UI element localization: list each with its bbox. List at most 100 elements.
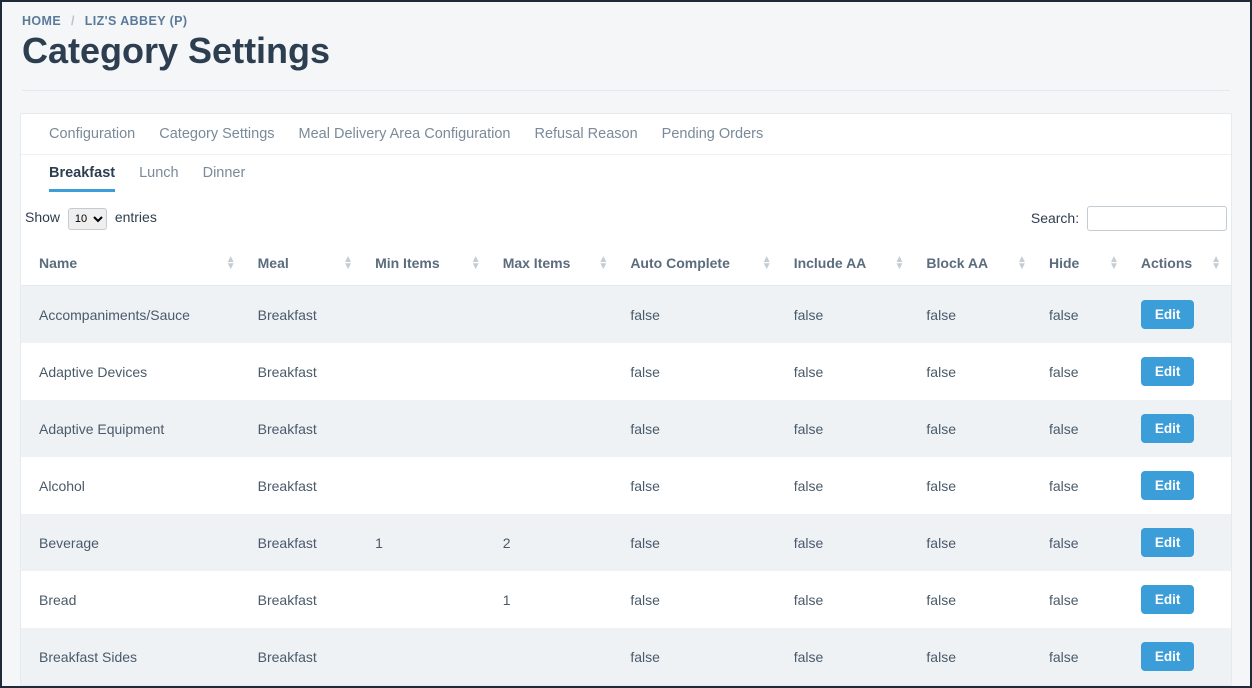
cell-hide: false — [1037, 343, 1129, 400]
col-auto-complete[interactable]: Auto Complete ▲▼ — [618, 241, 781, 286]
cell-block-aa: false — [914, 514, 1037, 571]
cell-block-aa: false — [914, 628, 1037, 685]
table-row: Adaptive EquipmentBreakfastfalsefalsefal… — [21, 400, 1231, 457]
col-inc-label: Include AA — [794, 255, 867, 271]
col-blk-label: Block AA — [926, 255, 988, 271]
col-max-items[interactable]: Max Items ▲▼ — [491, 241, 619, 286]
col-meal-label: Meal — [258, 255, 289, 271]
cell-meal: Breakfast — [246, 343, 363, 400]
cell-min — [363, 286, 491, 344]
page-title: Category Settings — [22, 30, 1230, 72]
cell-actions: Edit — [1129, 343, 1231, 400]
cell-name: Accompaniments/Sauce — [21, 286, 246, 344]
col-actions-label: Actions — [1141, 255, 1192, 271]
col-auto-label: Auto Complete — [630, 255, 730, 271]
cell-block-aa: false — [914, 343, 1037, 400]
cell-max — [491, 286, 619, 344]
table-row: BeverageBreakfast12falsefalsefalsefalseE… — [21, 514, 1231, 571]
tab-meal-delivery-area[interactable]: Meal Delivery Area Configuration — [299, 126, 511, 142]
show-label-post: entries — [115, 209, 157, 225]
cell-min — [363, 343, 491, 400]
tab-refusal-reason[interactable]: Refusal Reason — [534, 126, 637, 142]
col-min-label: Min Items — [375, 255, 440, 271]
subtab-breakfast[interactable]: Breakfast — [49, 165, 115, 192]
cell-auto: false — [618, 400, 781, 457]
cell-hide: false — [1037, 571, 1129, 628]
cell-actions: Edit — [1129, 571, 1231, 628]
cell-max — [491, 343, 619, 400]
edit-button[interactable]: Edit — [1141, 642, 1195, 671]
edit-button[interactable]: Edit — [1141, 585, 1195, 614]
table-row: AlcoholBreakfastfalsefalsefalsefalseEdit — [21, 457, 1231, 514]
category-table: Name ▲▼ Meal ▲▼ Min Items ▲▼ Max Items ▲… — [21, 241, 1231, 685]
tab-category-settings[interactable]: Category Settings — [159, 126, 274, 142]
cell-name: Beverage — [21, 514, 246, 571]
sort-icon: ▲▼ — [598, 256, 608, 270]
cell-auto: false — [618, 628, 781, 685]
col-name-label: Name — [39, 255, 77, 271]
sort-icon: ▲▼ — [895, 256, 905, 270]
cell-name: Breakfast Sides — [21, 628, 246, 685]
cell-name: Bread — [21, 571, 246, 628]
tab-pending-orders[interactable]: Pending Orders — [662, 126, 764, 142]
sort-icon: ▲▼ — [1017, 256, 1027, 270]
cell-auto: false — [618, 571, 781, 628]
breadcrumb-home[interactable]: HOME — [22, 14, 61, 28]
cell-name: Adaptive Equipment — [21, 400, 246, 457]
table-controls: Show 10 entries Search: — [21, 192, 1231, 241]
col-include-aa[interactable]: Include AA ▲▼ — [782, 241, 915, 286]
cell-include-aa: false — [782, 514, 915, 571]
edit-button[interactable]: Edit — [1141, 471, 1195, 500]
breadcrumb-facility[interactable]: LIZ'S ABBEY (P) — [85, 14, 188, 28]
cell-include-aa: false — [782, 457, 915, 514]
edit-button[interactable]: Edit — [1141, 414, 1195, 443]
search-label: Search: — [1031, 210, 1079, 226]
cell-actions: Edit — [1129, 514, 1231, 571]
cell-include-aa: false — [782, 400, 915, 457]
cell-include-aa: false — [782, 343, 915, 400]
cell-actions: Edit — [1129, 400, 1231, 457]
col-hide[interactable]: Hide ▲▼ — [1037, 241, 1129, 286]
table-row: Breakfast SidesBreakfastfalsefalsefalsef… — [21, 628, 1231, 685]
col-min-items[interactable]: Min Items ▲▼ — [363, 241, 491, 286]
entries-select[interactable]: 10 — [68, 208, 107, 230]
edit-button[interactable]: Edit — [1141, 357, 1195, 386]
cell-block-aa: false — [914, 457, 1037, 514]
cell-min — [363, 571, 491, 628]
cell-max: 2 — [491, 514, 619, 571]
cell-actions: Edit — [1129, 286, 1231, 344]
edit-button[interactable]: Edit — [1141, 300, 1195, 329]
breadcrumb: HOME / LIZ'S ABBEY (P) — [22, 14, 1230, 28]
divider — [22, 90, 1230, 91]
cell-meal: Breakfast — [246, 514, 363, 571]
cell-hide: false — [1037, 514, 1129, 571]
table-row: BreadBreakfast1falsefalsefalsefalseEdit — [21, 571, 1231, 628]
cell-meal: Breakfast — [246, 628, 363, 685]
cell-hide: false — [1037, 628, 1129, 685]
col-name[interactable]: Name ▲▼ — [21, 241, 246, 286]
cell-min — [363, 457, 491, 514]
subtab-lunch[interactable]: Lunch — [139, 165, 179, 192]
cell-include-aa: false — [782, 286, 915, 344]
search-box: Search: — [1031, 206, 1227, 231]
cell-min: 1 — [363, 514, 491, 571]
show-label-pre: Show — [25, 209, 60, 225]
search-input[interactable] — [1087, 206, 1227, 231]
col-block-aa[interactable]: Block AA ▲▼ — [914, 241, 1037, 286]
cell-max: 1 — [491, 571, 619, 628]
cell-meal: Breakfast — [246, 400, 363, 457]
cell-auto: false — [618, 514, 781, 571]
sort-icon: ▲▼ — [762, 256, 772, 270]
sort-icon: ▲▼ — [1211, 256, 1221, 270]
cell-auto: false — [618, 457, 781, 514]
cell-hide: false — [1037, 400, 1129, 457]
tab-configuration[interactable]: Configuration — [49, 126, 135, 142]
cell-block-aa: false — [914, 286, 1037, 344]
sort-icon: ▲▼ — [343, 256, 353, 270]
col-meal[interactable]: Meal ▲▼ — [246, 241, 363, 286]
col-actions[interactable]: Actions ▲▼ — [1129, 241, 1231, 286]
subtab-dinner[interactable]: Dinner — [203, 165, 246, 192]
cell-hide: false — [1037, 457, 1129, 514]
sort-icon: ▲▼ — [1109, 256, 1119, 270]
edit-button[interactable]: Edit — [1141, 528, 1195, 557]
